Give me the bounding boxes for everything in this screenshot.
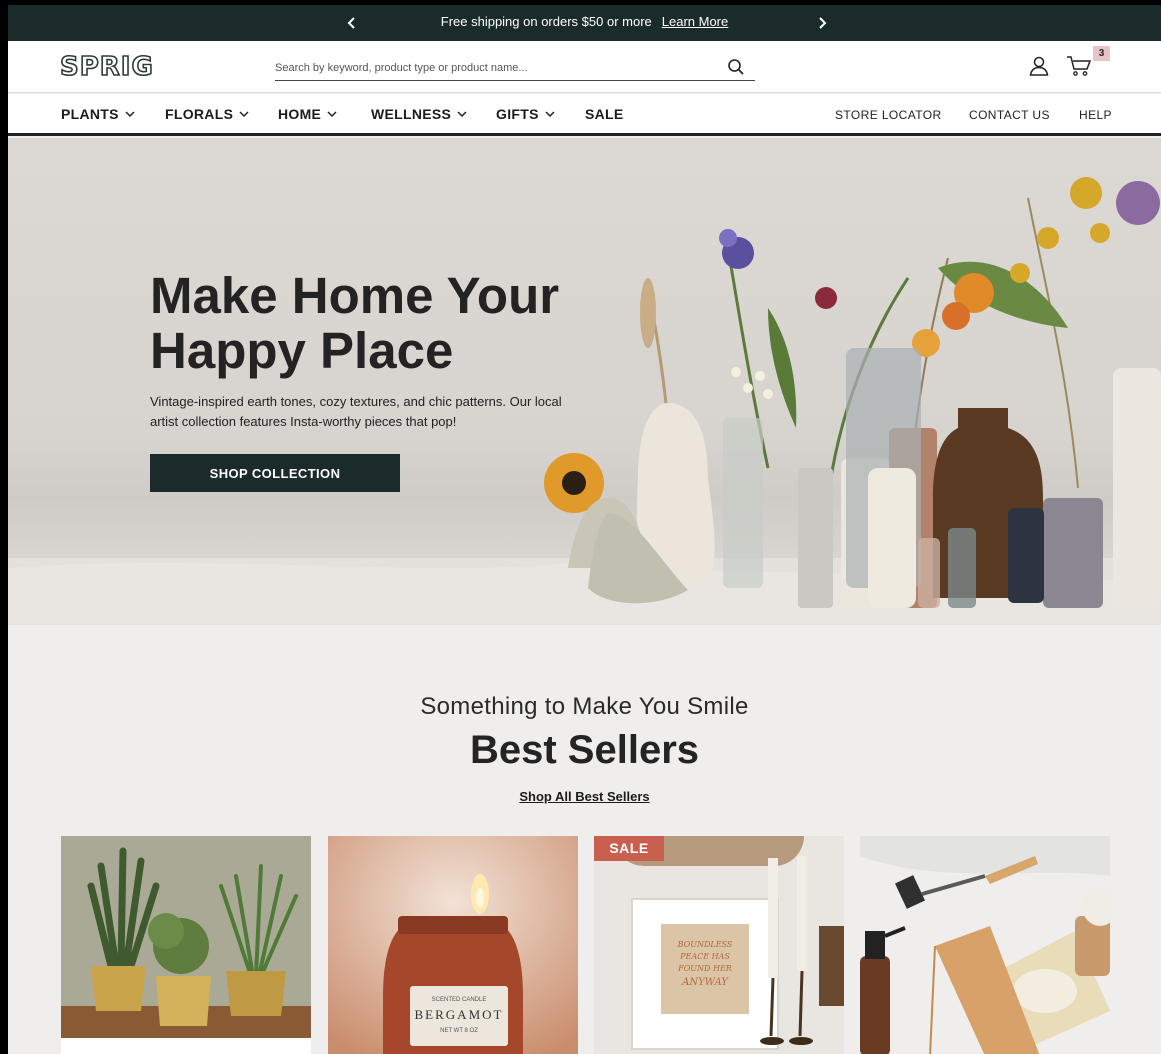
product-image-plants [61, 836, 311, 1054]
chevron-down-icon [125, 111, 135, 118]
nav-label: WELLNESS [371, 106, 452, 122]
page: Free shipping on orders $50 or more Learn… [8, 5, 1161, 1054]
contact-us-link[interactable]: CONTACT US [969, 108, 1050, 122]
product-card-plants[interactable] [61, 836, 311, 1054]
announcement-bar: Free shipping on orders $50 or more Learn… [8, 5, 1161, 41]
hero-title-line2: Happy Place [150, 322, 454, 379]
candle-label-line3: NET WT 8 OZ [440, 1028, 478, 1034]
product-image-candle: SCENTED CANDLE BERGAMOT NET WT 8 OZ [328, 836, 578, 1054]
product-card-grooming[interactable] [860, 836, 1110, 1054]
learn-more-link[interactable]: Learn More [662, 14, 728, 29]
shop-collection-button[interactable]: SHOP COLLECTION [150, 454, 400, 492]
print-text-line4: ANYWAY [681, 977, 729, 988]
print-text-line1: BOUNDLESS [677, 940, 733, 949]
chevron-down-icon [545, 111, 555, 118]
nav-label: PLANTS [61, 106, 119, 122]
logo[interactable]: SPRIG [59, 51, 154, 83]
chevron-down-icon [239, 111, 249, 118]
hero-image [8, 177, 1161, 625]
hero-banner: Make Home Your Happy Place Vintage-inspi… [8, 138, 1161, 625]
announcement-text: Free shipping on orders $50 or more [440, 14, 652, 29]
product-card-print[interactable]: BOUNDLESS PEACE HAS FOUND HER ANYWAY SAL… [594, 836, 844, 1054]
product-image-grooming [860, 836, 1110, 1054]
shop-all-best-sellers-link[interactable]: Shop All Best Sellers [519, 789, 649, 804]
site-header: SPRIG 3 [8, 41, 1161, 93]
nav-item-plants[interactable]: PLANTS [61, 106, 135, 122]
help-link[interactable]: HELP [1079, 108, 1112, 122]
cart-icon[interactable] [1066, 55, 1092, 82]
nav-label: GIFTS [496, 106, 539, 122]
nav-label: HOME [278, 106, 322, 122]
hero-description: Vintage-inspired earth tones, cozy textu… [150, 394, 562, 429]
nav-item-florals[interactable]: FLORALS [165, 106, 249, 122]
chevron-down-icon [327, 111, 337, 118]
main-nav: PLANTS FLORALS HOME WELLNESS GIFTS SALE … [8, 94, 1161, 136]
nav-label: FLORALS [165, 106, 234, 122]
account-icon[interactable] [1028, 55, 1050, 82]
print-text-line3: FOUND HER [677, 964, 732, 973]
candle-label-line2: BERGAMOT [415, 1007, 504, 1022]
hero-title: Make Home Your Happy Place [150, 268, 630, 378]
print-text-line2: PEACE HAS [679, 952, 730, 961]
best-sellers-subtitle: Something to Make You Smile [420, 693, 749, 720]
product-card-candle[interactable]: SCENTED CANDLE BERGAMOT NET WT 8 OZ [328, 836, 578, 1054]
sale-badge: SALE [594, 836, 664, 861]
store-locator-link[interactable]: STORE LOCATOR [835, 108, 942, 122]
nav-item-gifts[interactable]: GIFTS [496, 106, 555, 122]
nav-label: SALE [585, 106, 624, 122]
nav-item-home[interactable]: HOME [278, 106, 337, 122]
shop-all-best-sellers: Shop All Best Sellers [8, 789, 1161, 804]
cart-count-badge: 3 [1093, 46, 1110, 61]
search-icon[interactable] [727, 58, 745, 81]
hero-title-line1: Make Home Your [150, 267, 560, 324]
product-image-print: BOUNDLESS PEACE HAS FOUND HER ANYWAY [594, 836, 844, 1054]
best-sellers-title: Best Sellers [469, 728, 700, 772]
candle-label-line1: SCENTED CANDLE [432, 997, 487, 1003]
chevron-down-icon [457, 111, 467, 118]
chevron-right-icon[interactable] [812, 13, 832, 33]
announcement-message: Free shipping on orders $50 or more Learn… [8, 14, 1161, 29]
search-input[interactable] [275, 57, 715, 79]
search-bar [275, 57, 755, 81]
nav-item-sale[interactable]: SALE [585, 106, 624, 122]
nav-item-wellness[interactable]: WELLNESS [371, 106, 467, 122]
